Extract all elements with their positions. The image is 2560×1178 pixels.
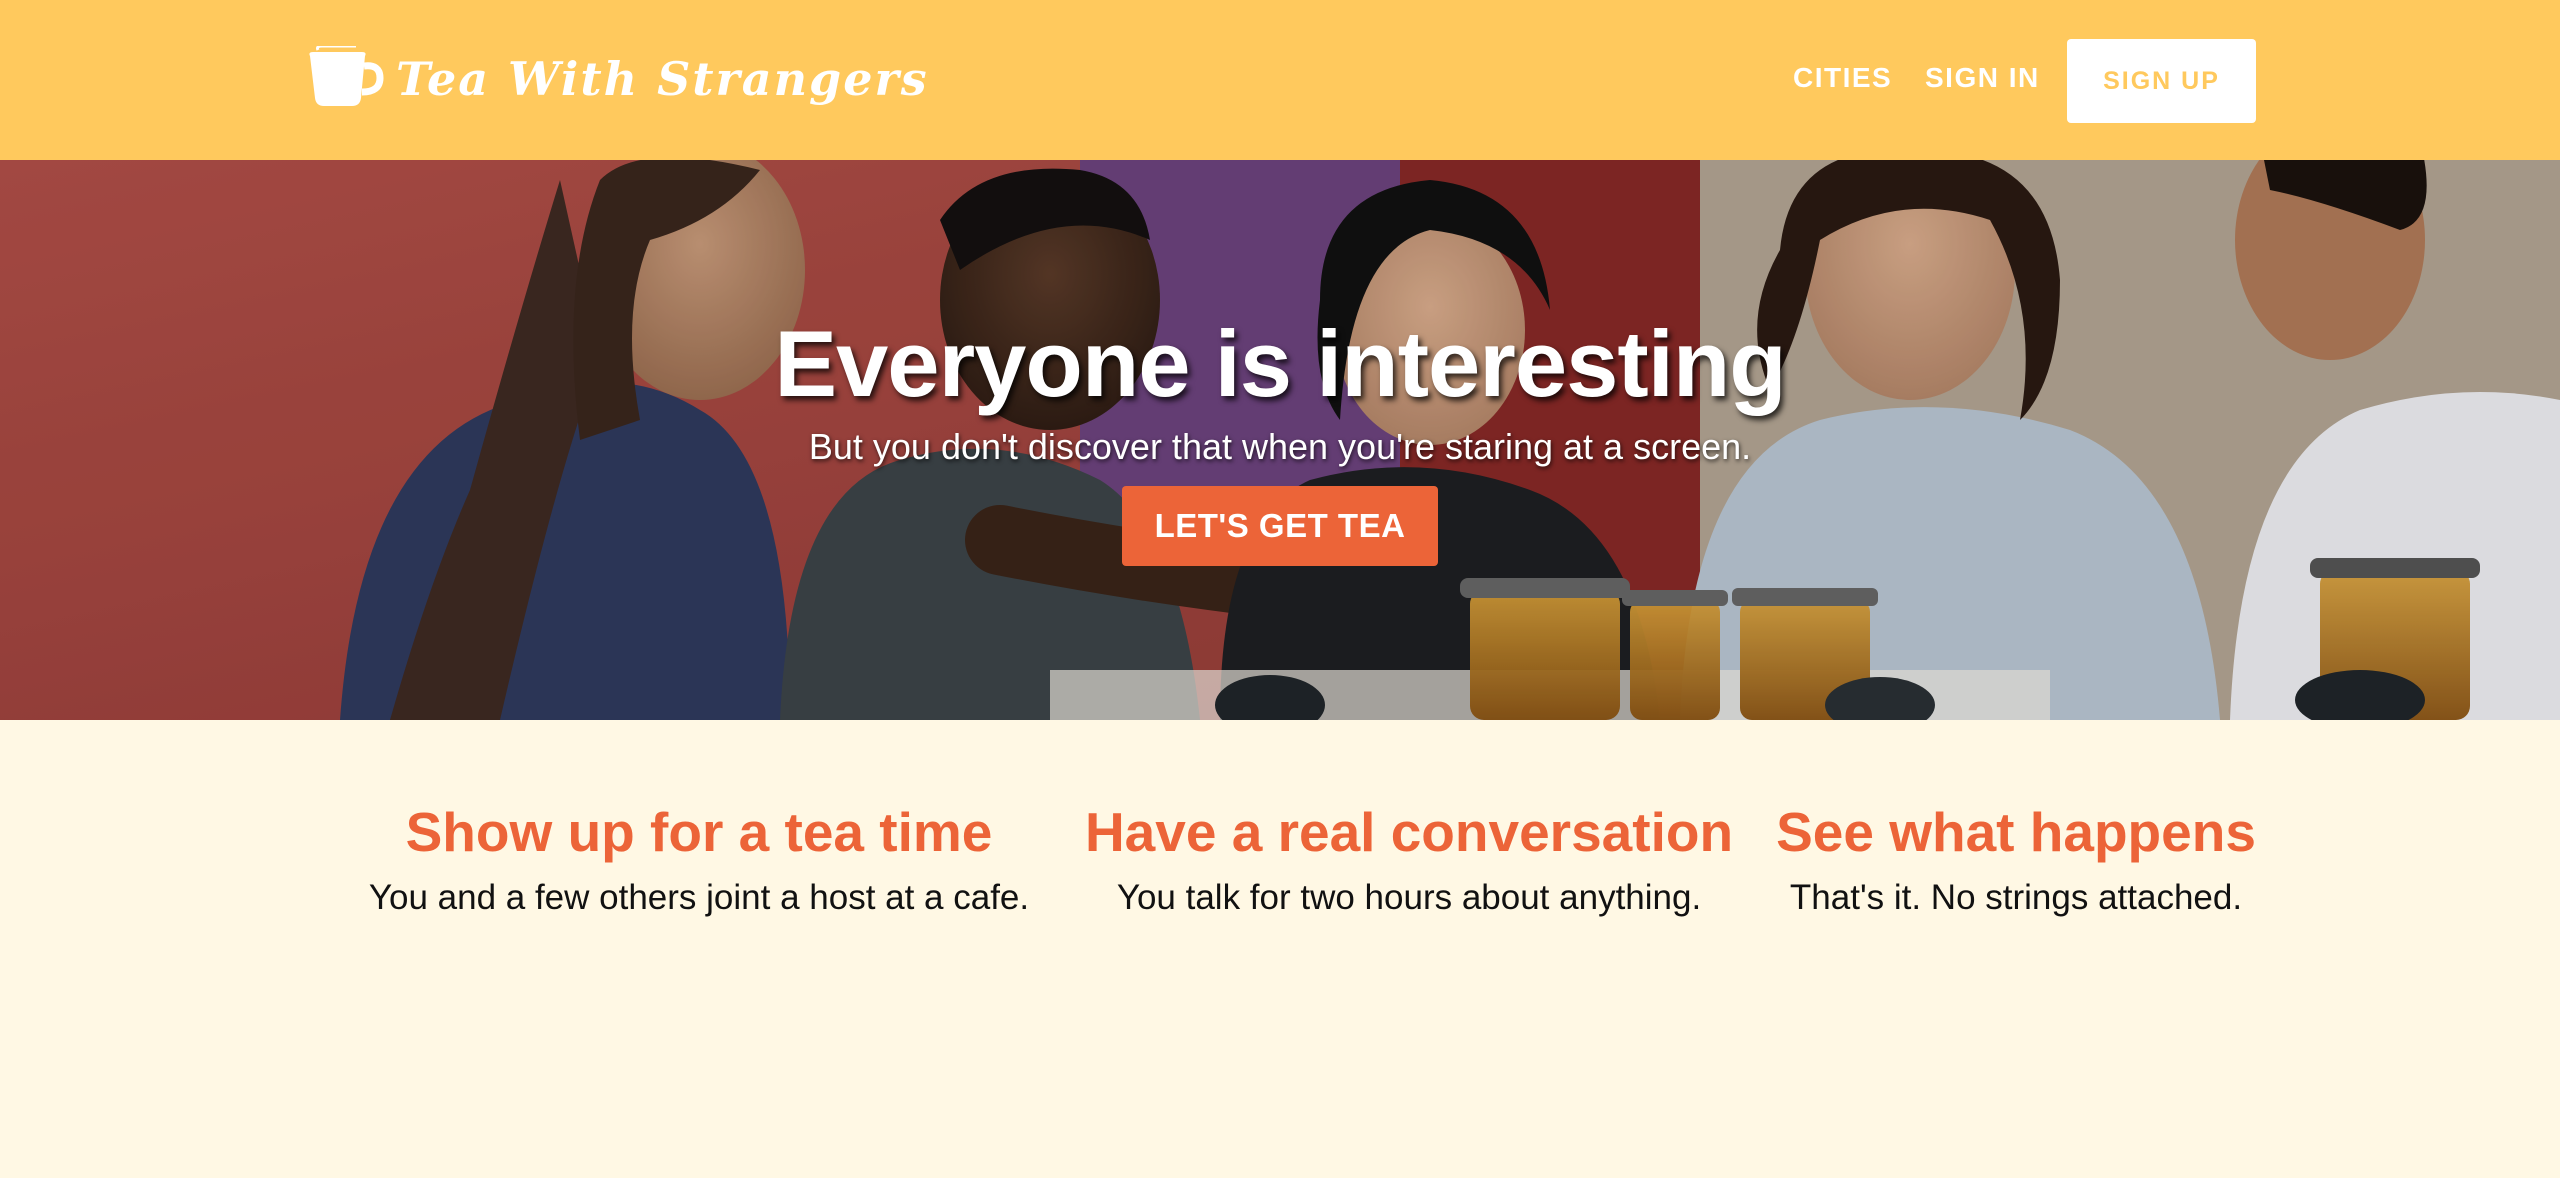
hero-title: Everyone is interesting bbox=[774, 311, 1786, 416]
feature-text: That's it. No strings attached. bbox=[1789, 878, 2243, 917]
feature-title: Show up for a tea time bbox=[405, 801, 993, 863]
feature-show-up: Show up for a tea time You and a few oth… bbox=[320, 800, 1078, 918]
logo[interactable]: Tea With Strangers bbox=[304, 46, 929, 112]
sign-up-button[interactable]: SIGN UP bbox=[2067, 39, 2256, 123]
teacup-logo-icon bbox=[309, 46, 384, 106]
logo-text: Tea With Strangers bbox=[396, 52, 929, 106]
feature-text: You and a few others joint a host at a c… bbox=[368, 878, 1030, 917]
feature-text: You talk for two hours about anything. bbox=[1116, 878, 1702, 917]
feature-title: Have a real conversation bbox=[1084, 801, 1734, 863]
hero-subtitle: But you don't discover that when you're … bbox=[808, 426, 1752, 467]
site-header: Tea With Strangers CITIES SIGN IN SIGN U… bbox=[0, 0, 2560, 160]
nav-sign-in-link[interactable]: SIGN IN bbox=[1925, 62, 2040, 94]
feature-title: See what happens bbox=[1776, 801, 2256, 863]
hero-banner: Everyone is interesting But you don't di… bbox=[0, 160, 2560, 720]
nav-cities-link[interactable]: CITIES bbox=[1793, 62, 1892, 94]
feature-conversation: Have a real conversation You talk for tw… bbox=[1078, 800, 1740, 918]
lets-get-tea-button[interactable]: LET'S GET TEA bbox=[1122, 486, 1438, 566]
feature-see-what-happens: See what happens That's it. No strings a… bbox=[1740, 800, 2292, 918]
